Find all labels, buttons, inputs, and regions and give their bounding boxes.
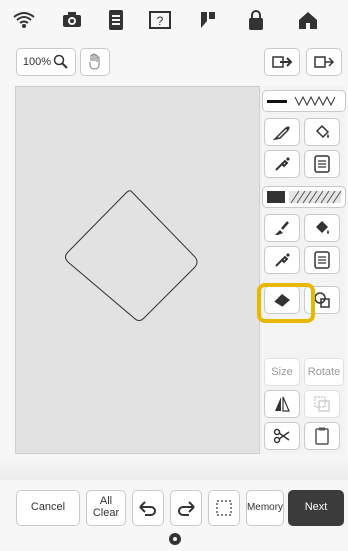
cancel-label: Cancel <box>30 501 66 514</box>
duplicate-button[interactable] <box>304 390 340 418</box>
help-icon[interactable]: ? <box>148 8 172 32</box>
rotate-button[interactable]: Rotate <box>304 358 344 386</box>
eyedropper-icon <box>275 157 290 171</box>
select-area-button[interactable] <box>208 490 240 526</box>
line-sample-icon <box>267 95 336 107</box>
scissors-icon <box>273 428 290 444</box>
line-picker-button[interactable] <box>264 150 300 178</box>
undo-button[interactable] <box>132 490 164 526</box>
duplicate-icon <box>314 396 330 412</box>
flip-icon <box>275 396 290 412</box>
memory-label: Memory <box>246 501 284 513</box>
pan-button[interactable] <box>80 48 110 76</box>
line-pen-button[interactable] <box>264 118 300 146</box>
redo-icon <box>178 501 195 516</box>
fill-bucket-icon <box>316 221 329 234</box>
eraser-highlight <box>257 283 315 323</box>
flip-button[interactable] <box>264 390 300 418</box>
paste-button[interactable] <box>304 422 340 450</box>
document-icon[interactable] <box>104 8 128 32</box>
clipboard-icon <box>315 427 329 445</box>
diamond-shape[interactable] <box>16 87 261 455</box>
hand-icon <box>89 53 100 70</box>
svg-text:?: ? <box>157 14 164 28</box>
all-clear-line2: Clear <box>92 507 120 519</box>
pen-icon <box>272 126 290 141</box>
camera-icon[interactable] <box>60 8 84 32</box>
line-fill-button[interactable] <box>304 118 340 146</box>
bucket-icon <box>315 124 330 139</box>
undo-icon <box>139 501 156 516</box>
brush-icon <box>275 221 289 235</box>
wifi-icon <box>12 8 36 32</box>
import-button[interactable] <box>264 48 300 76</box>
fill-sample-icon <box>267 190 342 204</box>
status-bar: ? <box>0 0 348 40</box>
tool-panel: Size Rotate <box>260 86 346 454</box>
import-icon <box>272 56 293 68</box>
redo-button[interactable] <box>170 490 202 526</box>
home-icon[interactable] <box>296 8 320 32</box>
fill-bucket-button[interactable] <box>304 214 340 242</box>
cancel-button[interactable]: Cancel <box>16 490 80 526</box>
home-indicator-icon <box>168 532 182 546</box>
all-clear-button[interactable]: All Clear <box>86 490 126 526</box>
drawing-canvas[interactable] <box>15 86 260 454</box>
fill-list-icon <box>314 251 330 269</box>
fill-eyedropper-icon <box>275 253 290 267</box>
size-label: Size <box>271 366 293 378</box>
next-button[interactable]: Next <box>288 490 344 526</box>
cut-button[interactable] <box>264 422 300 450</box>
size-button[interactable]: Size <box>264 358 300 386</box>
lock-icon[interactable] <box>244 8 268 32</box>
fill-properties-button[interactable] <box>304 246 340 274</box>
export-icon <box>314 56 335 68</box>
thread-icon[interactable] <box>196 8 220 32</box>
rotate-label: Rotate <box>307 366 341 378</box>
toolbar: 100% <box>0 40 348 82</box>
bottom-bar: Cancel All Clear Memory Next <box>0 480 348 530</box>
line-properties-button[interactable] <box>304 150 340 178</box>
shapes-icon <box>314 292 330 308</box>
memory-button[interactable]: Memory <box>246 490 284 526</box>
export-button[interactable] <box>306 48 342 76</box>
fill-style-selector[interactable] <box>262 186 346 208</box>
list-icon <box>314 155 330 173</box>
selection-icon <box>216 500 232 516</box>
zoom-button[interactable]: 100% <box>16 48 76 76</box>
magnifier-icon <box>53 54 68 69</box>
zoom-label: 100% <box>22 56 52 68</box>
fill-picker-button[interactable] <box>264 246 300 274</box>
line-style-selector[interactable] <box>262 90 346 112</box>
fill-brush-button[interactable] <box>264 214 300 242</box>
next-label: Next <box>304 501 328 514</box>
